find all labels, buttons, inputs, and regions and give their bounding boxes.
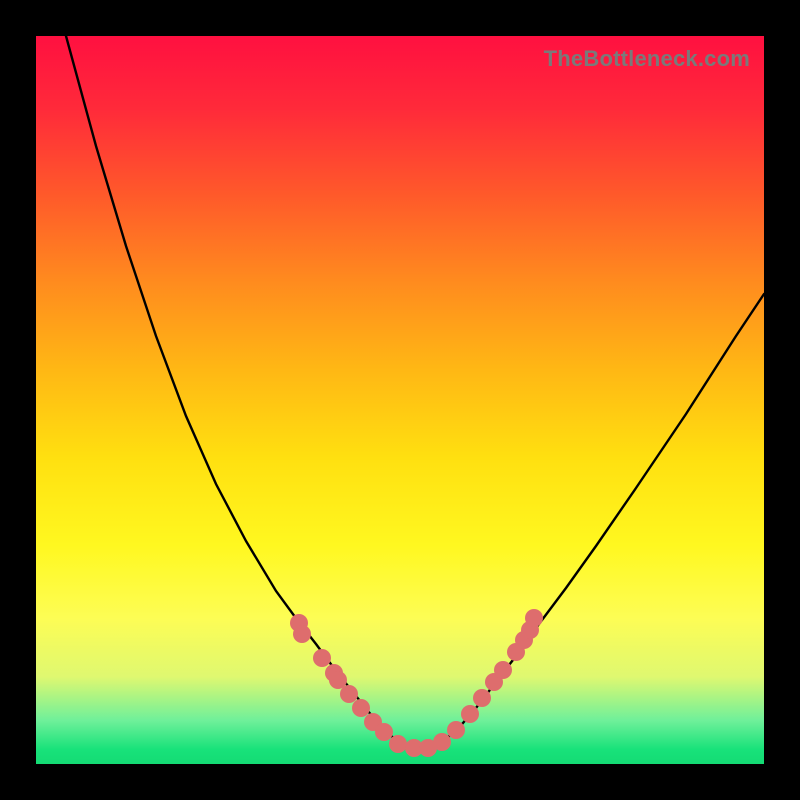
data-marker <box>525 609 543 627</box>
data-marker <box>473 689 491 707</box>
data-marker <box>340 685 358 703</box>
data-marker <box>461 705 479 723</box>
plot-area: TheBottleneck.com <box>36 36 764 764</box>
curve-layer <box>66 36 764 749</box>
data-marker <box>313 649 331 667</box>
data-marker <box>494 661 512 679</box>
bottleneck-curve <box>66 36 764 749</box>
data-marker <box>352 699 370 717</box>
data-marker <box>389 735 407 753</box>
data-marker <box>375 723 393 741</box>
data-marker <box>329 671 347 689</box>
marker-layer <box>290 609 543 757</box>
data-marker <box>433 733 451 751</box>
data-marker <box>293 625 311 643</box>
data-marker <box>447 721 465 739</box>
chart-frame: TheBottleneck.com <box>0 0 800 800</box>
chart-svg <box>36 36 764 764</box>
